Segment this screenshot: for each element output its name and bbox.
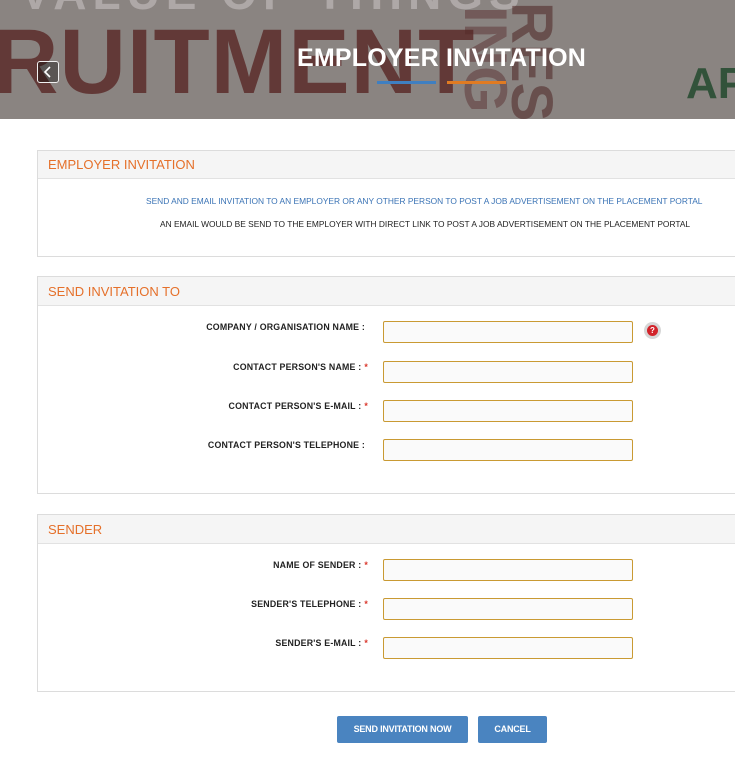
page-banner: VALUE OF THINGS RUITMENT ING RES AP EMPL… [0, 0, 735, 119]
help-icon[interactable]: ? [644, 322, 661, 339]
intro-panel: EMPLOYER INVITATION SEND AND EMAIL INVIT… [37, 150, 735, 257]
contact-telephone-input[interactable] [383, 439, 633, 461]
company-name-input[interactable] [383, 321, 633, 343]
help-glyph: ? [647, 325, 658, 336]
contact-email-input[interactable] [383, 400, 633, 422]
contact-name-label: CONTACT PERSON'S NAME : * [233, 362, 368, 372]
company-name-label: COMPANY / ORGANISATION NAME : [206, 322, 365, 332]
title-underline-blue [377, 81, 436, 84]
sender-email-row: SENDER'S E-MAIL : * [38, 637, 735, 661]
intro-description-line-1: SEND AND EMAIL INVITATION TO AN EMPLOYER… [146, 196, 703, 206]
sender-telephone-input[interactable] [383, 598, 633, 620]
send-invitation-heading: SEND INVITATION TO [38, 277, 735, 306]
intro-description-line-2: AN EMAIL WOULD BE SEND TO THE EMPLOYER W… [160, 219, 691, 229]
sender-telephone-label: SENDER'S TELEPHONE : * [251, 599, 368, 609]
sender-name-input[interactable] [383, 559, 633, 581]
page-title: EMPLOYER INVITATION [297, 44, 586, 72]
sender-telephone-row: SENDER'S TELEPHONE : * [38, 598, 735, 622]
send-invitation-button[interactable]: SEND INVITATION NOW [337, 716, 468, 743]
sender-name-row: NAME OF SENDER : * [38, 559, 735, 583]
contact-telephone-row: CONTACT PERSON'S TELEPHONE : [38, 439, 735, 463]
sender-name-label: NAME OF SENDER : * [273, 560, 368, 570]
title-underline-orange [447, 81, 506, 84]
contact-name-row: CONTACT PERSON'S NAME : * [38, 361, 735, 385]
send-invitation-panel: SEND INVITATION TO COMPANY / ORGANISATIO… [37, 276, 735, 494]
cancel-button[interactable]: CANCEL [478, 716, 547, 743]
sender-email-label: SENDER'S E-MAIL : * [275, 638, 368, 648]
company-name-row: COMPANY / ORGANISATION NAME : ? [38, 321, 735, 345]
contact-email-label: CONTACT PERSON'S E-MAIL : * [228, 401, 368, 411]
sender-email-input[interactable] [383, 637, 633, 659]
sender-panel: SENDER NAME OF SENDER : * SENDER'S TELEPH… [37, 514, 735, 692]
sender-heading: SENDER [38, 515, 735, 544]
contact-name-input[interactable] [383, 361, 633, 383]
contact-email-row: CONTACT PERSON'S E-MAIL : * [38, 400, 735, 424]
contact-telephone-label: CONTACT PERSON'S TELEPHONE : [207, 440, 365, 450]
intro-panel-heading: EMPLOYER INVITATION [38, 151, 735, 179]
